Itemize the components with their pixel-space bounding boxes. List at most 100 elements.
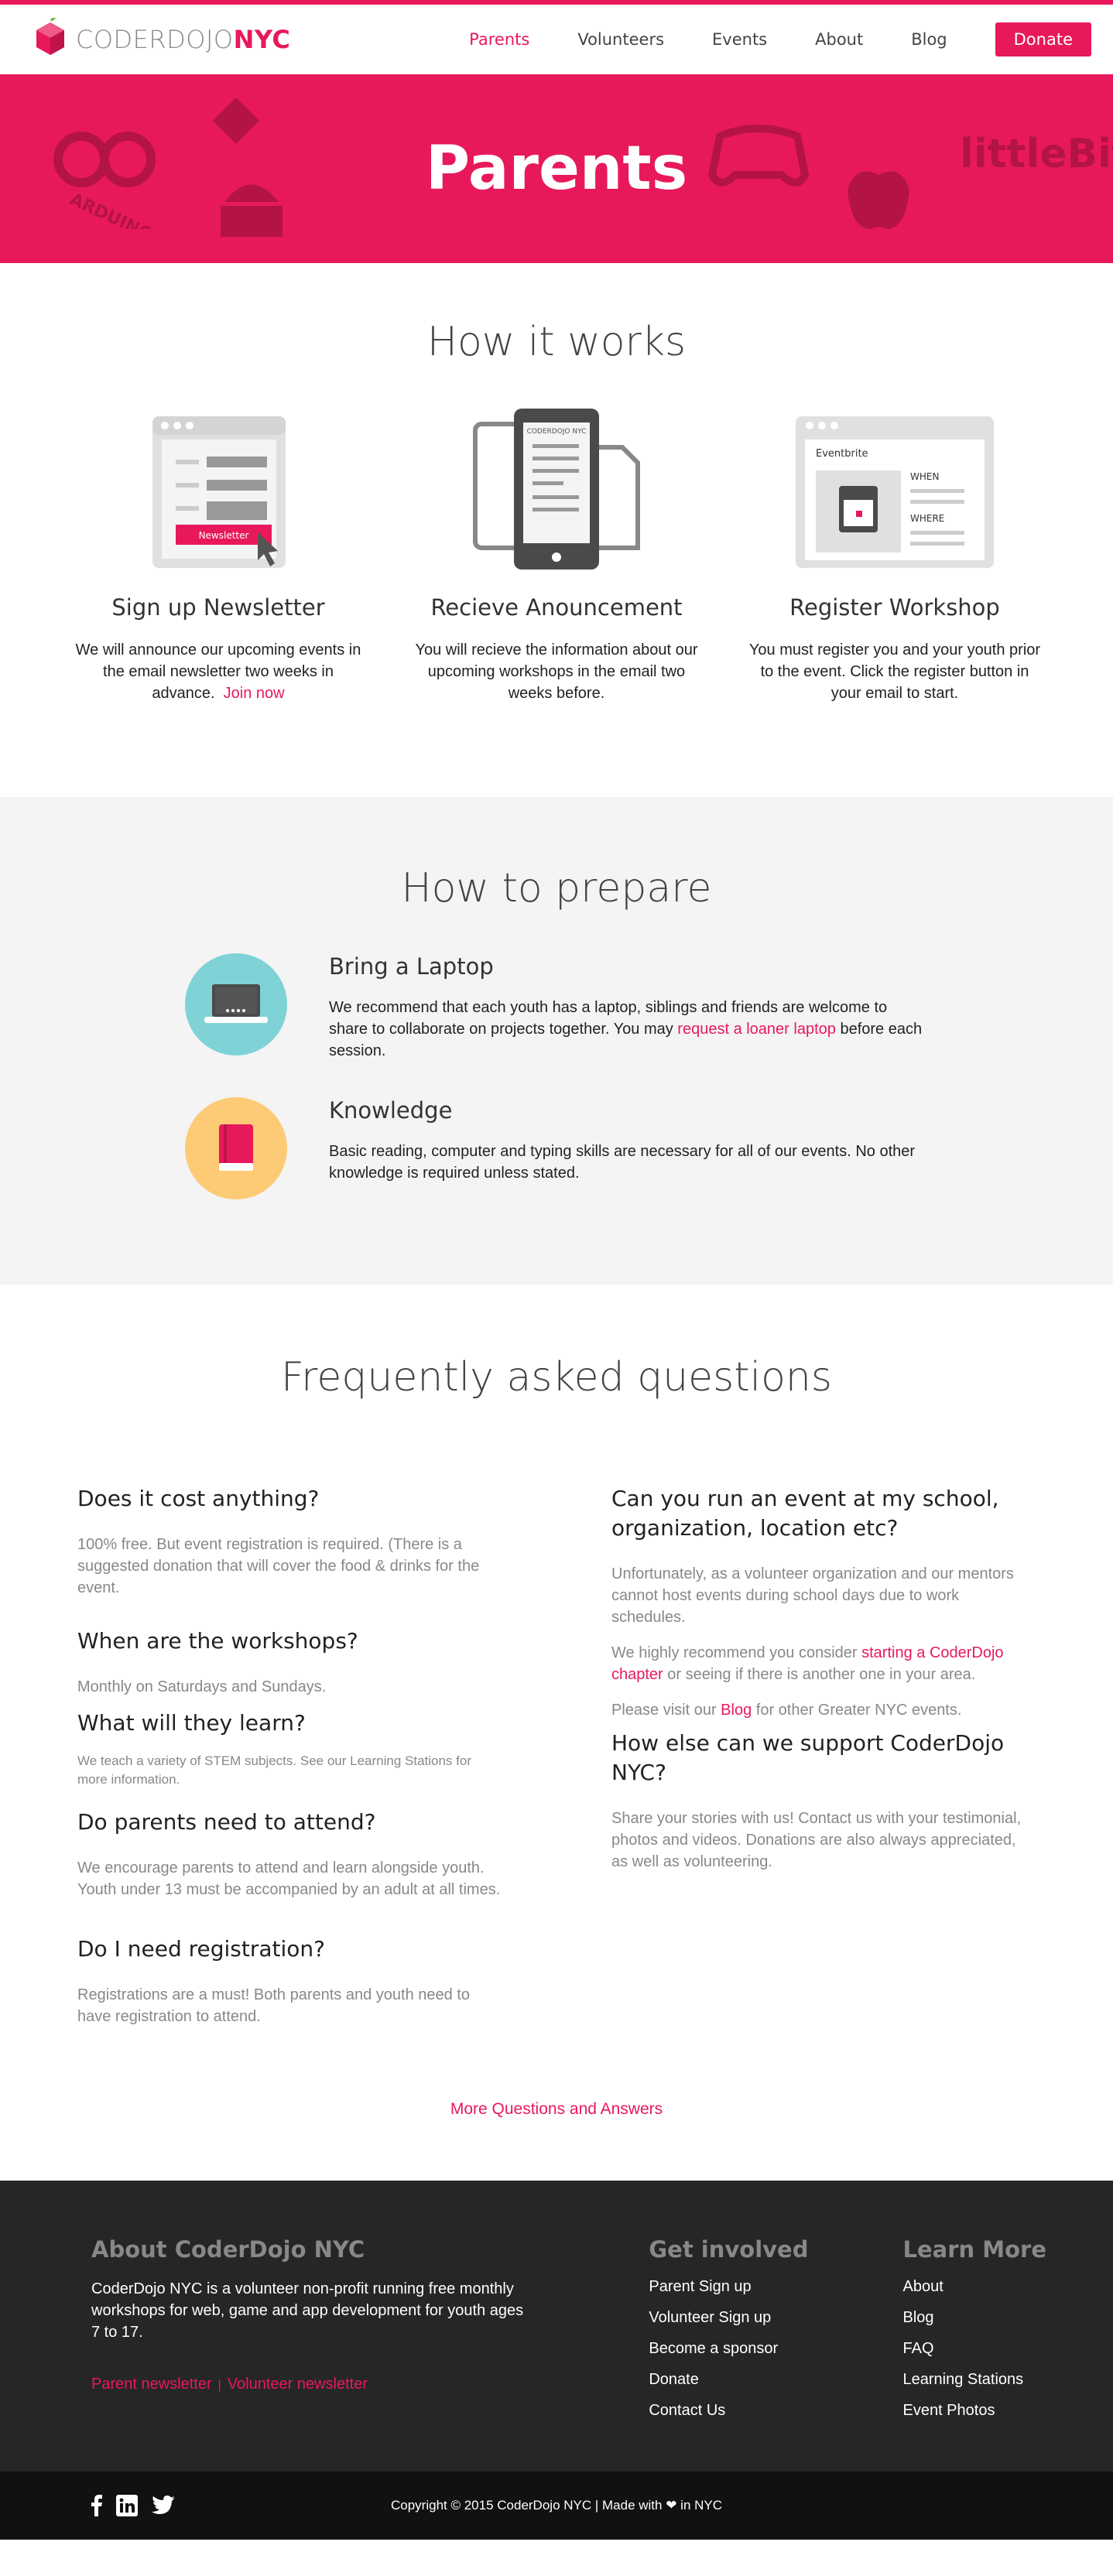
faq-answer: We teach a variety of STEM subjects. See… <box>77 1753 471 1787</box>
footer-link-event-photos[interactable]: Event Photos <box>902 2402 995 2419</box>
footer-link-sponsor[interactable]: Become a sponsor <box>649 2340 778 2357</box>
faq-question: Does it cost anything? <box>77 1486 320 1511</box>
footer-link-learning-stations[interactable]: Learning Stations <box>902 2371 1023 2388</box>
faq-answer: Please visit our Blog for other Greater … <box>611 1702 962 1719</box>
footer-link-volunteer-signup[interactable]: Volunteer Sign up <box>649 2309 771 2326</box>
more-questions-link[interactable]: More Questions and Answers <box>450 2100 663 2118</box>
site-footer: About CoderDojo NYC CoderDojo NYC is a v… <box>0 2181 1113 2472</box>
faq-question: When are the workshops? <box>77 1628 358 1654</box>
svg-text:Eventbrite: Eventbrite <box>816 448 868 460</box>
nav-blog[interactable]: Blog <box>911 30 947 49</box>
step-text: We will announce our upcoming events in … <box>75 641 361 702</box>
apple-icon <box>848 171 909 229</box>
step-title: Register Workshop <box>789 594 1000 621</box>
linkedin-icon[interactable] <box>116 2495 138 2516</box>
faq-answer: Share your stories with us! Contact us w… <box>611 1810 1022 1870</box>
footer-about-title: About CoderDojo NYC <box>91 2236 365 2263</box>
footer-link-contact[interactable]: Contact Us <box>649 2402 725 2419</box>
book-icon <box>185 1097 287 1199</box>
footer-get-involved: Get involved Parent Sign up Volunteer Si… <box>649 2236 808 2433</box>
step-title: Recieve Anouncement <box>430 594 683 621</box>
footer-link-parent-signup[interactable]: Parent Sign up <box>649 2278 751 2295</box>
faq-question: How else can we support CoderDojo NYC? <box>611 1730 1005 1785</box>
parent-newsletter-link[interactable]: Parent newsletter <box>91 2376 212 2393</box>
logo-cube-icon <box>36 18 64 55</box>
footer-learn-more-title: Learn More <box>902 2236 1046 2263</box>
faq-answer: 100% free. But event registration is req… <box>77 1536 480 1596</box>
footer-link-about[interactable]: About <box>902 2278 943 2295</box>
prep-knowledge: Knowledge Basic reading, computer and ty… <box>185 1097 928 1199</box>
logo-text: CODERDOJONYC <box>76 25 291 54</box>
svg-text:ARDUINO: ARDUINO <box>67 190 156 229</box>
footer-learn-more: Learn More About Blog FAQ Learning Stati… <box>902 2236 1046 2433</box>
footer-about-text: CoderDojo NYC is a volunteer non-profit … <box>91 2280 524 2341</box>
step-newsletter: Newsletter Sign up Newsletter We will an… <box>71 409 365 704</box>
footer-link-faq[interactable]: FAQ <box>902 2340 933 2357</box>
how-it-works-section: How it works Newsletter Sign up Newslett… <box>0 263 1113 797</box>
step-title: Sign up Newsletter <box>111 594 325 621</box>
prep-laptop: Bring a Laptop We recommend that each yo… <box>185 953 928 1062</box>
footer-link-blog[interactable]: Blog <box>902 2309 933 2326</box>
footer-separator: | <box>217 2379 221 2392</box>
svg-text:WHERE: WHERE <box>910 513 944 524</box>
gamepad-icon <box>707 125 810 186</box>
main-nav: Parents Volunteers Events About Blog Don… <box>421 22 1091 56</box>
donate-button[interactable]: Donate <box>995 22 1091 56</box>
faq-answer: We encourage parents to attend and learn… <box>77 1859 501 1898</box>
facebook-icon[interactable] <box>91 2495 102 2516</box>
hero-banner: ARDUINO littleBits Parents <box>0 74 1113 263</box>
loaner-laptop-link[interactable]: request a loaner laptop <box>677 1021 836 1038</box>
prep-text: We recommend that each youth has a lapto… <box>329 999 923 1059</box>
newsletter-signup-icon: Newsletter <box>152 416 286 568</box>
join-now-link[interactable]: Join now <box>224 685 285 702</box>
bottom-bar: Copyright © 2015 CoderDojo NYC | Made wi… <box>0 2472 1113 2540</box>
nav-events[interactable]: Events <box>712 30 767 49</box>
faq-left-column: Does it cost anything? 100% free. But ev… <box>77 1484 502 2046</box>
how-to-prepare-section: How to prepare Bring a Laptop We recomme… <box>0 797 1113 1285</box>
phone-announcement-icon: CODERDOJO NYC <box>473 409 640 570</box>
faq-title: Frequently asked questions <box>281 1354 832 1401</box>
step-announcement: CODERDOJO NYC Recieve Anouncement You wi… <box>409 409 704 704</box>
faq-question: Do parents need to attend? <box>77 1809 376 1835</box>
android-icon <box>221 184 283 237</box>
faq-question: Do I need registration? <box>77 1936 326 1962</box>
faq-section: Frequently asked questions Does it cost … <box>0 1285 1113 2181</box>
svg-text:littleBits: littleBits <box>960 131 1113 177</box>
step-text: You will recieve the information about o… <box>415 641 698 702</box>
site-header: CODERDOJONYC Parents Volunteers Events A… <box>0 5 1113 74</box>
faq-answer: We highly recommend you consider startin… <box>611 1644 1004 1683</box>
page-title: Parents <box>425 134 688 204</box>
svg-text:WHEN: WHEN <box>910 471 939 482</box>
blog-link[interactable]: Blog <box>721 1702 752 1719</box>
prep-title: Knowledge <box>329 1097 453 1124</box>
footer-get-involved-title: Get involved <box>649 2236 809 2263</box>
prep-text: Basic reading, computer and typing skill… <box>329 1143 916 1182</box>
how-it-works-title: How it works <box>426 319 687 365</box>
footer-about: About CoderDojo NYC CoderDojo NYC is a v… <box>91 2236 525 2433</box>
littlebits-logo-icon: littleBits <box>960 131 1113 177</box>
svg-text:CODERDOJO NYC: CODERDOJO NYC <box>527 428 587 436</box>
svg-text:Newsletter: Newsletter <box>199 530 249 541</box>
social-links <box>91 2495 175 2516</box>
logo[interactable]: CODERDOJONYC <box>34 18 290 61</box>
faq-answer: Monthly on Saturdays and Sundays. <box>77 1678 327 1695</box>
faq-question: What will they learn? <box>77 1710 306 1736</box>
faq-answer: Unfortunately, as a volunteer organizati… <box>611 1565 1014 1626</box>
volunteer-newsletter-link[interactable]: Volunteer newsletter <box>228 2376 368 2393</box>
faq-right-column: Can you run an event at my school, organ… <box>611 1484 1036 2046</box>
arduino-icon: ARDUINO <box>53 132 156 229</box>
laptop-icon <box>185 953 287 1055</box>
eventbrite-register-icon: Eventbrite WHEN WHERE <box>796 416 994 568</box>
twitter-icon[interactable] <box>152 2496 175 2516</box>
nav-volunteers[interactable]: Volunteers <box>577 30 664 49</box>
step-register: Eventbrite WHEN WHERE Register Workshop … <box>748 409 1042 704</box>
footer-link-donate[interactable]: Donate <box>649 2371 699 2388</box>
step-text: You must register you and your youth pri… <box>748 641 1041 702</box>
prepare-title: How to prepare <box>401 865 712 912</box>
nav-about[interactable]: About <box>815 30 863 49</box>
faq-answer: Registrations are a must! Both parents a… <box>77 1986 470 2025</box>
nav-parents[interactable]: Parents <box>469 30 529 49</box>
faq-question: Can you run an event at my school, organ… <box>611 1486 999 1541</box>
prep-title: Bring a Laptop <box>329 953 494 980</box>
raspberry-pi-icon <box>213 97 259 144</box>
